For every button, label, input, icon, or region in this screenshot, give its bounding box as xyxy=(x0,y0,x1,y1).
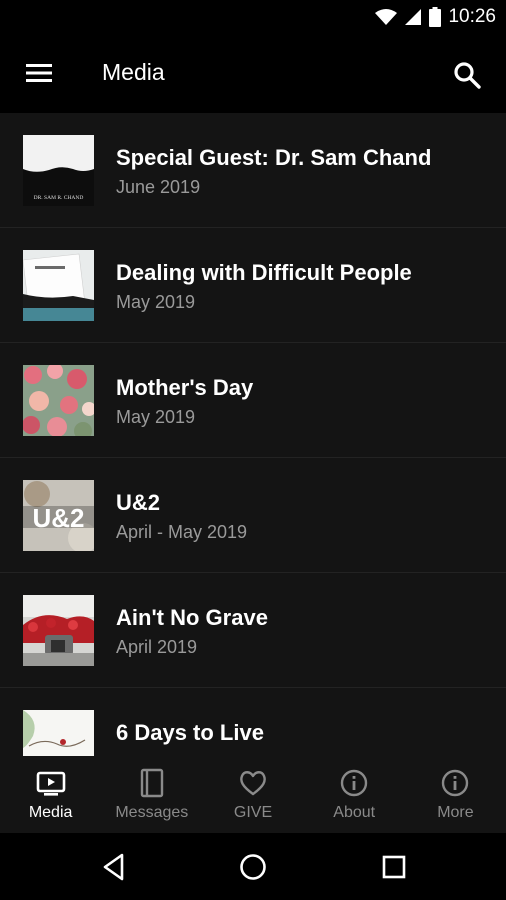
app-bar: Media xyxy=(0,37,506,112)
system-navigation-bar xyxy=(0,833,506,900)
media-item-u-and-2[interactable]: U&2 U&2 April - May 2019 xyxy=(0,458,506,573)
tv-icon xyxy=(36,771,65,796)
nav-tab-more[interactable]: More xyxy=(405,756,506,833)
book-icon xyxy=(140,768,163,798)
media-thumbnail xyxy=(23,710,94,756)
page-title: Media xyxy=(102,59,165,85)
media-thumbnail xyxy=(23,365,94,436)
clock: 10:26 xyxy=(448,6,496,27)
bottom-navigation: Media Messages GIVE About More xyxy=(0,756,506,833)
media-item-date: May 2019 xyxy=(116,292,196,312)
media-thumbnail xyxy=(23,250,94,321)
nav-tab-give[interactable]: GIVE xyxy=(202,756,303,833)
media-item-mothers-day[interactable]: Mother's Day May 2019 xyxy=(0,343,506,458)
home-icon[interactable] xyxy=(237,851,269,883)
nav-label: About xyxy=(333,804,376,821)
info-icon xyxy=(442,769,469,797)
media-list: DR. SAM R. CHAND Special Guest: Dr. Sam … xyxy=(0,113,506,756)
media-thumbnail xyxy=(23,595,94,666)
media-item-date: April 2019 xyxy=(116,637,198,657)
media-item-date: June 2019 xyxy=(116,177,201,197)
nav-tab-about[interactable]: About xyxy=(304,756,405,833)
media-item-aint-no-grave[interactable]: Ain't No Grave April 2019 xyxy=(0,573,506,688)
nav-label: Media xyxy=(28,804,73,821)
media-item-title: Mother's Day xyxy=(116,375,254,400)
recent-apps-icon[interactable] xyxy=(378,851,410,883)
menu-icon[interactable] xyxy=(24,61,54,85)
heart-icon xyxy=(240,771,266,796)
media-item-title: Dealing with Difficult People xyxy=(116,260,412,285)
nav-tab-media[interactable]: Media xyxy=(0,756,101,833)
nav-label: GIVE xyxy=(233,804,273,821)
media-item-special-guest[interactable]: DR. SAM R. CHAND Special Guest: Dr. Sam … xyxy=(0,113,506,228)
media-thumbnail: U&2 xyxy=(23,480,94,551)
media-item-title: U&2 xyxy=(116,490,161,515)
thumbnail-text: DR. SAM R. CHAND xyxy=(34,195,84,201)
media-item-title: Special Guest: Dr. Sam Chand xyxy=(116,145,432,170)
search-icon[interactable] xyxy=(452,60,482,90)
battery-icon xyxy=(429,7,442,27)
info-icon xyxy=(341,769,368,797)
media-item-difficult-people[interactable]: Dealing with Difficult People May 2019 xyxy=(0,228,506,343)
status-icons: 10:26 xyxy=(375,6,496,28)
nav-label: Messages xyxy=(115,804,189,821)
thumbnail-text: U&2 xyxy=(32,503,84,533)
media-item-date: April - May 2019 xyxy=(116,522,248,542)
cell-signal-icon xyxy=(405,9,422,25)
media-item-title: Ain't No Grave xyxy=(116,605,268,630)
back-icon[interactable] xyxy=(98,851,130,883)
nav-label: More xyxy=(437,804,474,821)
media-item-title: 6 Days to Live xyxy=(116,720,264,745)
status-bar: 10:26 xyxy=(0,0,506,37)
wifi-icon xyxy=(375,9,398,25)
media-item-date: May 2019 xyxy=(116,407,196,427)
nav-tab-messages[interactable]: Messages xyxy=(101,756,202,833)
media-thumbnail: DR. SAM R. CHAND xyxy=(23,135,94,206)
media-item-6-days-to-live[interactable]: 6 Days to Live xyxy=(0,688,506,756)
